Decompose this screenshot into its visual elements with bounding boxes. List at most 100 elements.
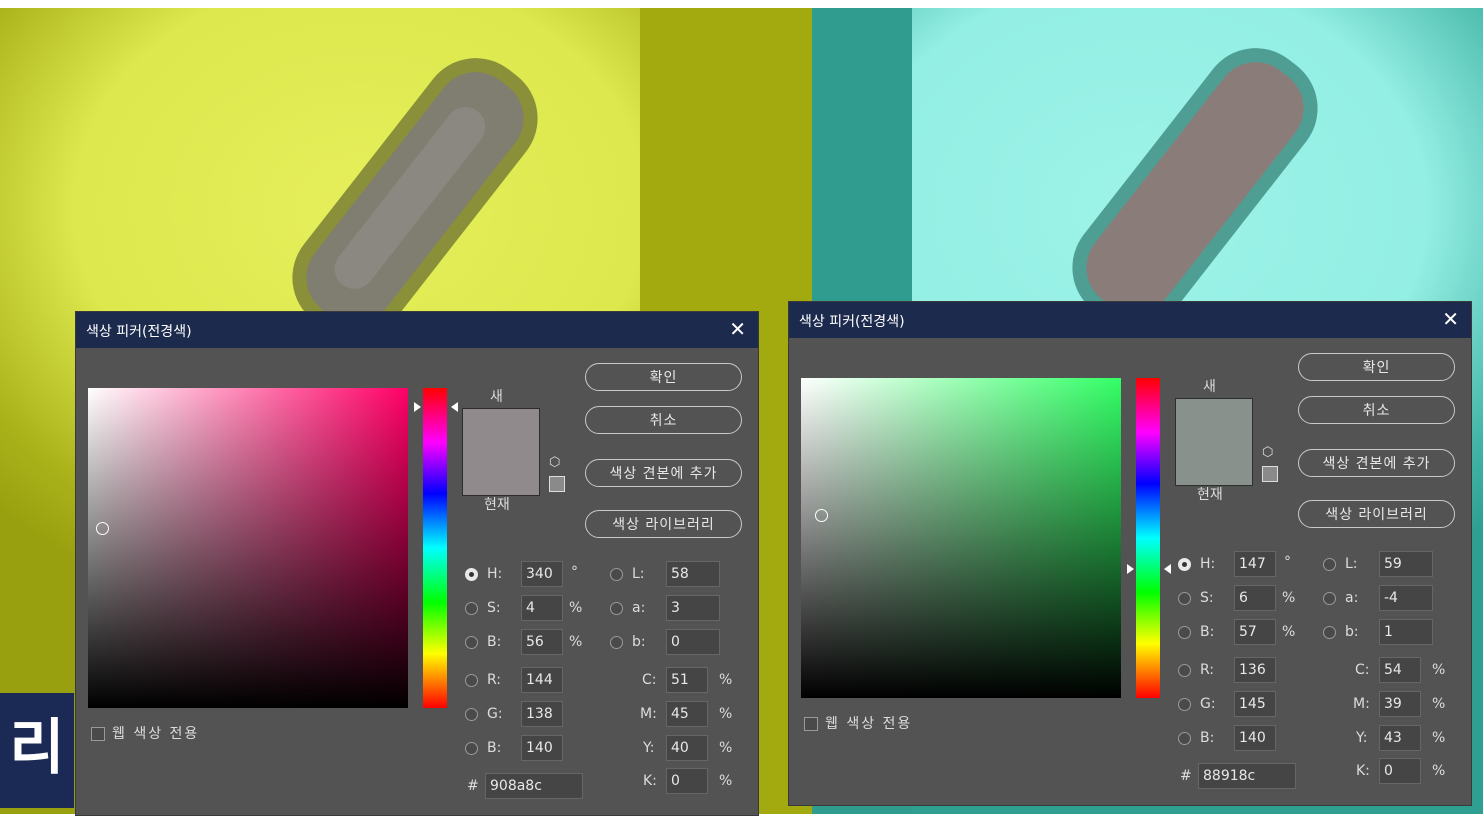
unit-percent: % bbox=[1432, 696, 1446, 712]
input-a[interactable]: -4 bbox=[1379, 585, 1433, 611]
unit-percent: % bbox=[1282, 590, 1296, 606]
color-marker[interactable] bbox=[96, 522, 109, 535]
web-safe-swatch-icon[interactable] bbox=[1262, 466, 1278, 482]
web-colors-only-label: 웹 색상 전용 bbox=[112, 726, 200, 742]
radio-s[interactable] bbox=[465, 602, 478, 615]
radio-lab-b[interactable] bbox=[610, 636, 623, 649]
label-b: B: bbox=[1200, 624, 1215, 640]
input-blue[interactable]: 140 bbox=[1234, 725, 1276, 751]
radio-l[interactable] bbox=[1323, 558, 1336, 571]
label-blue: B: bbox=[1200, 730, 1215, 746]
current-color-label: 현재 bbox=[484, 497, 510, 513]
hue-slider[interactable] bbox=[1136, 378, 1160, 698]
hex-prefix: # bbox=[1180, 768, 1192, 784]
input-k[interactable]: 0 bbox=[1379, 758, 1421, 784]
cancel-button[interactable]: 취소 bbox=[585, 406, 742, 434]
web-safe-swatch-icon[interactable] bbox=[549, 476, 565, 492]
input-l[interactable]: 58 bbox=[666, 561, 720, 587]
input-h[interactable]: 147 bbox=[1234, 551, 1276, 577]
add-to-swatches-button[interactable]: 색상 견본에 추가 bbox=[585, 459, 742, 487]
label-lab-b: b: bbox=[632, 634, 646, 650]
input-k[interactable]: 0 bbox=[666, 768, 708, 794]
input-b[interactable]: 57 bbox=[1234, 619, 1276, 645]
label-s: S: bbox=[1200, 590, 1214, 606]
label-r: R: bbox=[487, 672, 502, 688]
input-g[interactable]: 138 bbox=[521, 701, 563, 727]
color-libraries-button[interactable]: 색상 라이브러리 bbox=[1298, 500, 1455, 528]
input-r[interactable]: 144 bbox=[521, 667, 563, 693]
radio-h[interactable] bbox=[1178, 558, 1191, 571]
color-picker-dialog-right: 색상 피커(전경색) ✕ 새 현재 ⬡ 확인 취소 색상 견본에 추가 색상 라… bbox=[788, 301, 1472, 806]
saturation-brightness-field[interactable] bbox=[88, 388, 408, 708]
radio-blue[interactable] bbox=[1178, 732, 1191, 745]
add-to-swatches-button[interactable]: 색상 견본에 추가 bbox=[1298, 449, 1455, 477]
input-y[interactable]: 43 bbox=[1379, 725, 1421, 751]
input-c[interactable]: 51 bbox=[666, 667, 708, 693]
new-color-label: 새 bbox=[1203, 379, 1216, 395]
label-y: Y: bbox=[1356, 730, 1368, 746]
out-of-gamut-cube-icon[interactable]: ⬡ bbox=[1262, 446, 1276, 460]
cancel-button[interactable]: 취소 bbox=[1298, 396, 1455, 424]
radio-b[interactable] bbox=[465, 636, 478, 649]
input-lab-b[interactable]: 0 bbox=[666, 629, 720, 655]
close-icon[interactable]: ✕ bbox=[1442, 308, 1459, 330]
radio-l[interactable] bbox=[610, 568, 623, 581]
hex-input[interactable]: 908a8c bbox=[485, 773, 583, 799]
current-color-swatch[interactable] bbox=[463, 452, 539, 495]
input-h[interactable]: 340 bbox=[521, 561, 563, 587]
input-b[interactable]: 56 bbox=[521, 629, 563, 655]
hue-slider-arrow-left[interactable] bbox=[1127, 564, 1134, 574]
label-l: L: bbox=[1345, 556, 1358, 572]
unit-percent: % bbox=[1432, 763, 1446, 779]
radio-a[interactable] bbox=[610, 602, 623, 615]
saturation-brightness-field[interactable] bbox=[801, 378, 1121, 698]
dialog-titlebar: 색상 피커(전경색) ✕ bbox=[76, 312, 758, 348]
current-color-swatch[interactable] bbox=[1176, 442, 1252, 485]
radio-h[interactable] bbox=[465, 568, 478, 581]
new-color-label: 새 bbox=[490, 389, 503, 405]
label-k: K: bbox=[643, 773, 657, 789]
radio-s[interactable] bbox=[1178, 592, 1191, 605]
radio-g[interactable] bbox=[465, 708, 478, 721]
input-y[interactable]: 40 bbox=[666, 735, 708, 761]
unit-percent: % bbox=[569, 634, 583, 650]
hex-input[interactable]: 88918c bbox=[1198, 763, 1296, 789]
radio-blue[interactable] bbox=[465, 742, 478, 755]
input-m[interactable]: 39 bbox=[1379, 691, 1421, 717]
hue-slider-arrow-right[interactable] bbox=[1164, 564, 1171, 574]
input-blue[interactable]: 140 bbox=[521, 735, 563, 761]
color-libraries-button[interactable]: 색상 라이브러리 bbox=[585, 510, 742, 538]
input-l[interactable]: 59 bbox=[1379, 551, 1433, 577]
web-colors-only-checkbox[interactable] bbox=[91, 727, 105, 741]
label-m: M: bbox=[1353, 696, 1370, 712]
hue-slider-arrow-left[interactable] bbox=[414, 402, 421, 412]
radio-lab-b[interactable] bbox=[1323, 626, 1336, 639]
input-c[interactable]: 54 bbox=[1379, 657, 1421, 683]
input-s[interactable]: 6 bbox=[1234, 585, 1276, 611]
input-r[interactable]: 136 bbox=[1234, 657, 1276, 683]
radio-a[interactable] bbox=[1323, 592, 1336, 605]
web-colors-only-checkbox[interactable] bbox=[804, 717, 818, 731]
ok-button[interactable]: 확인 bbox=[1298, 353, 1455, 381]
color-marker[interactable] bbox=[815, 509, 828, 522]
hue-slider[interactable] bbox=[423, 388, 447, 708]
label-h: H: bbox=[487, 566, 503, 582]
unit-degree: ° bbox=[571, 564, 578, 580]
out-of-gamut-cube-icon[interactable]: ⬡ bbox=[549, 456, 563, 470]
ok-button[interactable]: 확인 bbox=[585, 363, 742, 391]
unit-percent: % bbox=[1432, 730, 1446, 746]
label-c: C: bbox=[1355, 662, 1370, 678]
radio-b[interactable] bbox=[1178, 626, 1191, 639]
unit-percent: % bbox=[1432, 662, 1446, 678]
hue-slider-arrow-right[interactable] bbox=[451, 402, 458, 412]
input-s[interactable]: 4 bbox=[521, 595, 563, 621]
input-lab-b[interactable]: 1 bbox=[1379, 619, 1433, 645]
label-lab-b: b: bbox=[1345, 624, 1359, 640]
close-icon[interactable]: ✕ bbox=[729, 318, 746, 340]
input-m[interactable]: 45 bbox=[666, 701, 708, 727]
radio-r[interactable] bbox=[1178, 664, 1191, 677]
input-g[interactable]: 145 bbox=[1234, 691, 1276, 717]
radio-g[interactable] bbox=[1178, 698, 1191, 711]
radio-r[interactable] bbox=[465, 674, 478, 687]
input-a[interactable]: 3 bbox=[666, 595, 720, 621]
